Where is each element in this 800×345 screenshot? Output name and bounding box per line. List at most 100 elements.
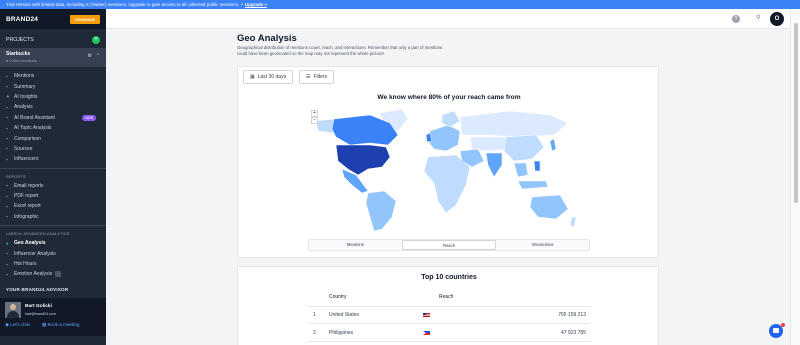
tab-mentions[interactable]: Mentions xyxy=(309,240,402,250)
map-region-southeast-asia xyxy=(513,162,529,178)
chat-icon: ▪ xyxy=(6,73,8,79)
sources-icon: ▪ xyxy=(6,146,8,152)
sidebar-item-label: Excel report xyxy=(14,203,41,210)
sidebar-item-influencers[interactable]: ▪ Influencers xyxy=(0,154,106,164)
upgrade-button[interactable]: UPGRADE xyxy=(69,14,100,24)
map-headline: We know where 80% of your reach came fro… xyxy=(377,94,521,101)
sidebar-item-label: Infographic xyxy=(14,213,39,220)
date-range-label: Last 30 days xyxy=(257,74,287,80)
tab-interactions[interactable]: Interactions xyxy=(496,240,589,250)
map-region-scandinavia xyxy=(441,110,461,128)
compare-icon: ▪ xyxy=(6,136,8,142)
book-meeting-label: Book a meeting xyxy=(47,322,80,327)
advisor-section-label: YOUR BRAND24 ADVISOR xyxy=(6,287,69,292)
map-region-africa xyxy=(423,154,471,214)
email-icon: ▪ xyxy=(6,183,8,189)
sidebar-item-label: Analysis xyxy=(14,104,33,111)
metric-tabs: Mentions Reach Interactions xyxy=(308,239,590,251)
filter-icon: ☰ xyxy=(306,74,311,80)
calendar-icon: ▦ xyxy=(250,74,255,80)
sidebar-item-label: AI Insights xyxy=(14,93,38,100)
sidebar-logo-row: BRAND24 UPGRADE xyxy=(0,9,106,29)
column-header-reach: Reach xyxy=(439,294,454,300)
sidebar-item-label: Influencers xyxy=(14,156,39,163)
tab-reach[interactable]: Reach xyxy=(401,240,497,250)
sidebar-item-comparison[interactable]: ▪ Comparison xyxy=(0,133,106,143)
sidebar-item-influencer-analysis[interactable]: ▪ Influencer Analysis xyxy=(0,248,106,258)
upgrade-link[interactable]: Upgrade » xyxy=(245,2,267,7)
map-zoom-controls: + − xyxy=(311,110,318,124)
lets-chat-link[interactable]: ◉ Let's chat xyxy=(5,322,30,328)
user-avatar[interactable]: O xyxy=(770,12,784,26)
book-meeting-link[interactable]: ▦ Book a meeting xyxy=(42,322,80,328)
avatar xyxy=(5,302,21,318)
scrollbar[interactable] xyxy=(790,9,800,345)
geo-map-card: ▦ Last 30 days ☰ Filters We know where 8… xyxy=(237,66,659,258)
row-reach: 47 923 785 xyxy=(560,330,586,336)
sidebar-item-emotion-analysis[interactable]: ▪ Emotion Analysis xyxy=(0,269,106,279)
sidebar-item-label: AI Brand Assistant xyxy=(14,114,55,121)
row-rank: 2 xyxy=(313,330,316,336)
zoom-in-button[interactable]: + xyxy=(311,110,318,117)
sidebar-item-geo-analysis[interactable]: ● Geo Analysis xyxy=(0,238,106,248)
sidebar-item-summary[interactable]: ▪ Summary xyxy=(0,81,106,91)
map-region-russia xyxy=(459,110,569,138)
row-divider xyxy=(308,306,590,307)
sidebar-item-mentions[interactable]: ▪ Mentions xyxy=(0,71,106,81)
map-region-europe xyxy=(427,124,461,152)
philippines-flag-icon xyxy=(423,331,430,335)
map-region-china xyxy=(503,134,545,162)
sidebar: BRAND24 UPGRADE PROJECTS + Starbucks ● 0… xyxy=(0,9,106,345)
filters-label: Filters xyxy=(313,74,328,80)
lets-chat-label: Let's chat xyxy=(10,322,30,327)
date-range-button[interactable]: ▦ Last 30 days xyxy=(243,70,294,84)
sidebar-item-infographic[interactable]: ▪ Infographic xyxy=(0,212,106,222)
project-new-mentions: ● 0 New mentions xyxy=(6,59,37,63)
add-project-button[interactable]: + xyxy=(92,36,100,44)
brand-logo[interactable]: BRAND24 xyxy=(6,16,38,23)
map-region-india xyxy=(485,152,503,178)
column-header-country: Country xyxy=(329,294,347,300)
sidebar-item-pdf-report[interactable]: ▪ PDF report xyxy=(0,191,106,201)
sidebar-item-label: PDF report xyxy=(14,193,39,200)
home-icon: ▪ xyxy=(6,84,8,90)
sidebar-item-ai-insights[interactable]: ✦ AI Insights xyxy=(0,92,106,102)
advisor-name: Bart Golicki xyxy=(25,304,52,309)
gear-icon[interactable]: ⚙ xyxy=(88,53,92,59)
labs-nav: ● Geo Analysis ▪ Influencer Analysis ▪ Hot … xyxy=(0,238,106,280)
filters-button[interactable]: ☰ Filters xyxy=(299,70,335,84)
page-title: Geo Analysis xyxy=(237,33,297,44)
chevron-up-icon[interactable]: ⌃ xyxy=(96,53,100,59)
world-map[interactable] xyxy=(310,105,580,235)
sidebar-item-label: Mentions xyxy=(14,73,35,80)
sidebar-item-ai-brand-assistant[interactable]: ▪ AI Brand Assistant NEW xyxy=(0,113,106,123)
row-country: Philippines xyxy=(329,330,354,336)
project-name: Starbucks xyxy=(6,51,31,57)
sidebar-item-label: Comparison xyxy=(14,135,41,142)
sidebar-item-excel-report[interactable]: ▪ Excel report xyxy=(0,201,106,211)
sidebar-item-hot-hours[interactable]: ▪ Hot Hours xyxy=(0,259,106,269)
globe-icon: ● xyxy=(6,240,9,246)
advisor-actions: ◉ Let's chat ▦ Book a meeting xyxy=(5,322,79,328)
lock-icon xyxy=(55,271,62,278)
project-selector[interactable]: Starbucks ● 0 New mentions ⚙ ⌃ xyxy=(0,48,106,67)
row-divider xyxy=(308,323,590,324)
sidebar-item-analysis[interactable]: ▪ Analysis xyxy=(0,102,106,112)
chart-icon: ▪ xyxy=(6,104,8,110)
sidebar-item-email-reports[interactable]: ▪ Email reports xyxy=(0,181,106,191)
top-countries-card: Top 10 countries Country Reach 1 United … xyxy=(237,266,659,345)
scrollbar-thumb[interactable] xyxy=(794,23,798,203)
sidebar-item-label: Geo Analysis xyxy=(14,240,46,247)
projects-label: PROJECTS xyxy=(6,37,34,43)
map-region-indonesia xyxy=(517,180,549,190)
sidebar-item-label: Emotion Analysis xyxy=(14,271,53,278)
map-region-south-america xyxy=(365,190,397,232)
map-region-australia xyxy=(529,194,569,220)
notification-dot xyxy=(781,323,785,327)
advisor-email[interactable]: bart@brand24.com xyxy=(25,312,56,316)
help-icon[interactable]: ? xyxy=(732,15,740,23)
sidebar-item-ai-topic-analysis[interactable]: ▪ AI Topic Analysis xyxy=(0,123,106,133)
zoom-out-button[interactable]: − xyxy=(311,117,318,124)
sidebar-item-sources[interactable]: ▪ Sources xyxy=(0,144,106,154)
integrations-icon[interactable]: ⚲ xyxy=(756,14,760,21)
